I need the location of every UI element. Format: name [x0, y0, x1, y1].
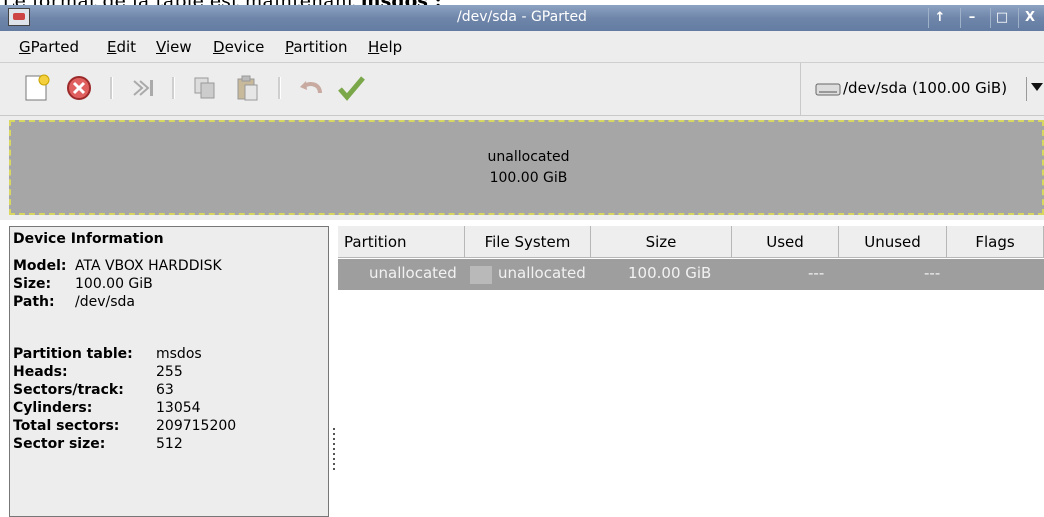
- column-header-partition[interactable]: Partition: [338, 226, 465, 258]
- menu-edit-label: dit: [116, 38, 137, 56]
- menu-bar: GParted Edit View Device Partition Help: [0, 31, 1044, 63]
- undo-icon[interactable]: [296, 73, 326, 103]
- window-title: /dev/sda - GParted: [457, 9, 587, 25]
- total-sectors-label: Total sectors:: [13, 418, 120, 434]
- paste-icon[interactable]: [232, 73, 262, 103]
- disk-partition-label: unallocated: [487, 149, 570, 165]
- partition-table-row: Partition table: msdos: [13, 346, 202, 362]
- heads-label: Heads:: [13, 364, 68, 380]
- cell-filesystem: unallocated: [498, 264, 586, 282]
- toolbar-separator: [278, 77, 281, 99]
- menu-gparted[interactable]: GParted: [19, 38, 79, 56]
- window-shade-button[interactable]: ↑: [928, 8, 951, 28]
- size-label: Size:: [13, 276, 52, 292]
- menu-gparted-mnemonic: G: [19, 38, 31, 56]
- column-header-filesystem[interactable]: File System: [465, 226, 591, 258]
- disk-partition-size: 100.00 GiB: [489, 170, 568, 186]
- cylinders-label: Cylinders:: [13, 400, 93, 416]
- partition-table-label: Partition table:: [13, 346, 133, 362]
- cell-used: ---: [808, 264, 825, 282]
- filesystem-color-swatch: [470, 266, 492, 284]
- cell-partition: unallocated: [369, 264, 457, 282]
- heads-value: 255: [156, 364, 183, 380]
- device-selector-label: /dev/sda (100.00 GiB): [843, 79, 1008, 97]
- column-header-size[interactable]: Size: [591, 226, 732, 258]
- copy-icon[interactable]: [190, 73, 220, 103]
- pane-resize-handle[interactable]: [333, 428, 336, 474]
- window-minimize-button[interactable]: –: [960, 8, 983, 28]
- toolbar-separator: [172, 77, 175, 99]
- device-info-panel: Device Information Model: ATA VBOX HARDDI…: [9, 226, 329, 517]
- partition-table-body[interactable]: [338, 290, 1044, 517]
- model-label: Model:: [13, 258, 67, 274]
- disk-visual-area: unallocated 100.00 GiB: [0, 116, 1044, 220]
- menu-help-mnemonic: H: [368, 38, 380, 56]
- toolbar-separator: [110, 77, 113, 99]
- table-row[interactable]: unallocated unallocated 100.00 GiB --- -…: [338, 259, 1044, 290]
- column-header-flags[interactable]: Flags: [947, 226, 1044, 258]
- device-info-title: Device Information: [13, 231, 164, 247]
- heads-row: Heads: 255: [13, 364, 183, 380]
- menu-device-label: evice: [224, 38, 265, 56]
- menu-partition[interactable]: Partition: [285, 38, 348, 56]
- size-row: Size: 100.00 GiB: [13, 276, 153, 292]
- size-value: 100.00 GiB: [75, 276, 153, 292]
- menu-view-label: iew: [165, 38, 192, 56]
- total-sectors-value: 209715200: [156, 418, 237, 434]
- path-label: Path:: [13, 294, 55, 310]
- cylinders-row: Cylinders: 13054: [13, 400, 201, 416]
- sector-size-label: Sector size:: [13, 436, 106, 452]
- apply-icon[interactable]: [336, 73, 366, 103]
- menu-view-mnemonic: V: [156, 38, 166, 56]
- model-value: ATA VBOX HARDDISK: [75, 258, 222, 274]
- toolbar: /dev/sda (100.00 GiB): [0, 63, 1044, 116]
- column-header-used[interactable]: Used: [732, 226, 839, 258]
- sectors-track-row: Sectors/track: 63: [13, 382, 174, 398]
- new-icon[interactable]: [22, 73, 52, 103]
- device-selector[interactable]: /dev/sda (100.00 GiB): [800, 63, 1044, 115]
- resize-icon[interactable]: [128, 73, 158, 103]
- column-header-unused[interactable]: Unused: [839, 226, 947, 258]
- path-row: Path: /dev/sda: [13, 294, 135, 310]
- sectors-track-value: 63: [156, 382, 174, 398]
- menu-help-label: elp: [379, 38, 403, 56]
- disk-partition-bar[interactable]: unallocated 100.00 GiB: [9, 120, 1044, 215]
- dropdown-divider: [1026, 77, 1027, 101]
- cell-size: 100.00 GiB: [628, 264, 712, 282]
- menu-gparted-label: Parted: [30, 38, 79, 56]
- window-close-button[interactable]: X: [1018, 8, 1041, 28]
- sector-size-value: 512: [156, 436, 183, 452]
- total-sectors-row: Total sectors: 209715200: [13, 418, 236, 434]
- menu-help[interactable]: Help: [368, 38, 402, 56]
- harddisk-icon: [815, 83, 841, 96]
- path-value: /dev/sda: [75, 294, 135, 310]
- delete-icon[interactable]: [64, 73, 94, 103]
- menu-device-mnemonic: D: [213, 38, 225, 56]
- window-maximize-button[interactable]: □: [990, 8, 1013, 28]
- menu-edit[interactable]: Edit: [107, 38, 136, 56]
- model-row: Model: ATA VBOX HARDDISK: [13, 258, 222, 274]
- partition-table-value: msdos: [156, 346, 202, 362]
- dropdown-arrow-icon[interactable]: [1031, 83, 1043, 91]
- cylinders-value: 13054: [156, 400, 201, 416]
- window-titlebar[interactable]: /dev/sda - GParted ↑ – □ X: [0, 5, 1044, 31]
- sectors-track-label: Sectors/track:: [13, 382, 124, 398]
- menu-view[interactable]: View: [156, 38, 192, 56]
- menu-partition-label: artition: [293, 38, 348, 56]
- menu-device[interactable]: Device: [213, 38, 264, 56]
- cell-unused: ---: [924, 264, 941, 282]
- sector-size-row: Sector size: 512: [13, 436, 183, 452]
- partition-table-header: Partition File System Size Used Unused F…: [338, 226, 1044, 258]
